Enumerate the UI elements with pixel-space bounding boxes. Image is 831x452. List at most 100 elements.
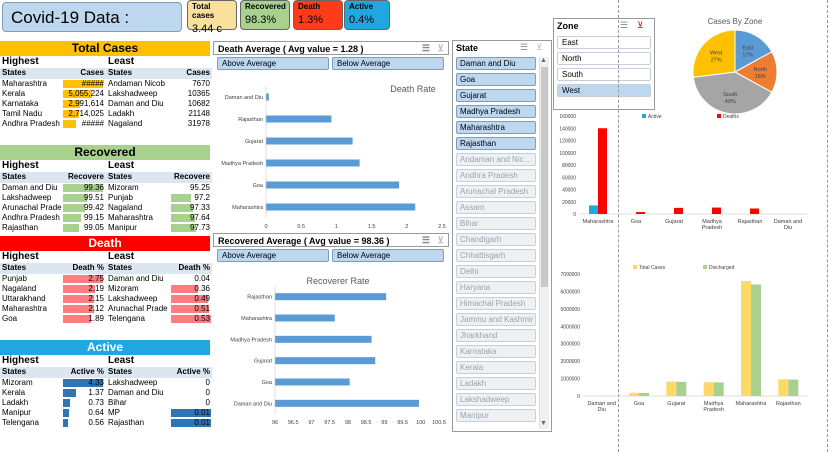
scroll-up-icon[interactable]: ▲ [540, 57, 547, 64]
state-slicer-item[interactable]: Bihar [456, 217, 536, 230]
cell-value: 2,714,025 [68, 109, 104, 118]
death-above-average-button[interactable]: Above Average [217, 57, 329, 70]
clear-filter-icon[interactable]: ⊻ [437, 43, 444, 54]
table-cell: Nagaland [108, 203, 143, 212]
state-slicer-item[interactable]: Kerala [456, 361, 536, 374]
zone-slicer-item[interactable]: North [557, 52, 651, 65]
cases-by-zone-pie-chart: Cases By Zone East17% North16% South40% West… [692, 17, 778, 114]
state-slicer-item[interactable]: Andhra Pradesh [456, 169, 536, 182]
column-header: States [2, 68, 27, 77]
state-slicer-item[interactable]: Haryana [456, 281, 536, 294]
state-slicer-item[interactable]: Jharkhand [456, 329, 536, 342]
kpi-value: 3.44 c [192, 23, 222, 35]
state-slicer-item[interactable]: Andaman and Nic... [456, 153, 536, 166]
table-cell: Lakshadweep [108, 378, 158, 387]
table-row: Goa 1.89 Telengana 0.53 [0, 314, 212, 324]
kpi-value: 98.3% [245, 14, 277, 26]
multi-select-icon[interactable]: ☰ [520, 42, 528, 53]
table-cell: 1.89 [62, 314, 106, 324]
kpi-label: Active [349, 2, 374, 11]
table-cell: 0.01 [170, 408, 212, 418]
state-slicer-item[interactable]: Madhya Pradesh [456, 105, 536, 118]
state-slicer-item[interactable]: Gujarat [456, 89, 536, 102]
table-row: Punjab 2.75 Daman and Diu 0.04 [0, 274, 212, 284]
cell-value: 10365 [187, 89, 210, 98]
state-slicer-item[interactable]: Karnataka [456, 345, 536, 358]
bar [266, 203, 416, 211]
chart-title: Recoverer Rate [306, 276, 369, 286]
cell-value: 0.51 [194, 304, 210, 313]
table-cell: 99.36 [62, 183, 106, 193]
scroll-down-icon[interactable]: ▼ [540, 420, 547, 427]
state-slicer-item[interactable]: Maharashtra [456, 121, 536, 134]
zone-slicer-item[interactable]: East [557, 36, 651, 49]
table-cell: 2.12 [62, 304, 106, 314]
table-row: Andhra Pradesh ##### Nagaland 31978 [0, 119, 212, 129]
clear-filter-icon[interactable]: ⊻ [536, 42, 543, 53]
table-cell: Goa [2, 314, 18, 323]
cell-value: 97.33 [189, 203, 210, 212]
bar [674, 207, 683, 214]
kpi-label: Death [298, 2, 321, 11]
kpi-value: 1.3% [298, 14, 324, 26]
tick-label: 0 [264, 224, 267, 230]
table-row: Lakshadweep 99.51 Punjab 97.2 [0, 193, 212, 203]
cell-value: 0.64 [88, 408, 104, 417]
clear-filter-icon[interactable]: ⊻ [637, 20, 644, 31]
clear-filter-icon[interactable]: ⊻ [437, 235, 444, 246]
table-cell: 99.51 [62, 193, 106, 203]
multi-select-icon[interactable]: ☰ [422, 235, 430, 246]
state-slicer-item[interactable]: Rajasthan [456, 137, 536, 150]
cell-value: ##### [81, 79, 104, 88]
table-row: Maharashtra 2.12 Arunachal Prade 0.51 [0, 304, 212, 314]
tick-label: 60000 [562, 175, 576, 181]
state-slicer-item[interactable]: Ladakh [456, 377, 536, 390]
table-cell: 1.37 [62, 388, 106, 398]
table-cell: Mizoram [2, 378, 33, 387]
table-cell: 0 [170, 388, 212, 398]
table-cell: Lakshadweep [108, 89, 158, 98]
tick-label: 1 [335, 224, 338, 230]
tick-label: 4000000 [561, 324, 581, 330]
recovered-below-average-button[interactable]: Below Average [332, 249, 444, 262]
zone-slicer-item[interactable]: West [557, 84, 651, 97]
table-cell: Kerala [2, 89, 26, 98]
cell-value: 95.25 [189, 183, 210, 192]
table-cell: 2.15 [62, 294, 106, 304]
tick-label: 2.5 [438, 224, 446, 230]
total-cases-table: States Cases States Cases Maharashtra ##### An… [0, 68, 212, 129]
state-slicer-item[interactable]: Jammu and Kashmir [456, 313, 536, 326]
table-header-row: States Recovere States Recovere [0, 172, 212, 183]
state-slicer-item[interactable]: Manipur [456, 409, 536, 422]
table-row: Daman and Diu 99.36 Mizoram 95.25 [0, 183, 212, 193]
category-label: Gujarat [254, 359, 273, 365]
death-average-header: Death Average ( Avg value = 1.28 ) ☰ ⊻ [213, 41, 449, 55]
legend-label: Deaths [723, 114, 739, 120]
cell-value: 97.73 [189, 223, 210, 232]
state-slicer-item[interactable]: Himachal Pradesh [456, 297, 536, 310]
multi-select-icon[interactable]: ☰ [422, 43, 430, 54]
column-header: Death % [72, 263, 104, 272]
death-below-average-button[interactable]: Below Average [332, 57, 444, 70]
table-row: Arunachal Prade 99.42 Nagaland 97.33 [0, 203, 212, 213]
recovered-above-average-button[interactable]: Above Average [217, 249, 329, 262]
state-slicer-item[interactable]: Chandigarh [456, 233, 536, 246]
cell-value: 2.19 [88, 284, 104, 293]
zone-slicer-item[interactable]: South [557, 68, 651, 81]
state-slicer-item[interactable]: Assam [456, 201, 536, 214]
category-label: Maharashtra [241, 316, 273, 322]
table-cell: Maharashtra [2, 304, 47, 313]
kpi-label: Total cases [192, 2, 215, 20]
state-slicer-item[interactable]: Goa [456, 73, 536, 86]
table-cell: 31978 [170, 119, 212, 129]
multi-select-icon[interactable]: ☰ [620, 20, 628, 31]
cell-value: 99.15 [83, 213, 104, 222]
state-slicer-item[interactable]: Daman and Diu [456, 57, 536, 70]
state-slicer-item[interactable]: Lakshadweep [456, 393, 536, 406]
least-label: Least [108, 251, 135, 262]
state-slicer-item[interactable]: Arunachal Pradesh [456, 185, 536, 198]
state-slicer-item[interactable]: Chhattisgarh [456, 249, 536, 262]
category-label: Gujarat [665, 219, 684, 225]
cell-value: 2.12 [88, 304, 104, 313]
state-slicer-item[interactable]: Delhi [456, 265, 536, 278]
